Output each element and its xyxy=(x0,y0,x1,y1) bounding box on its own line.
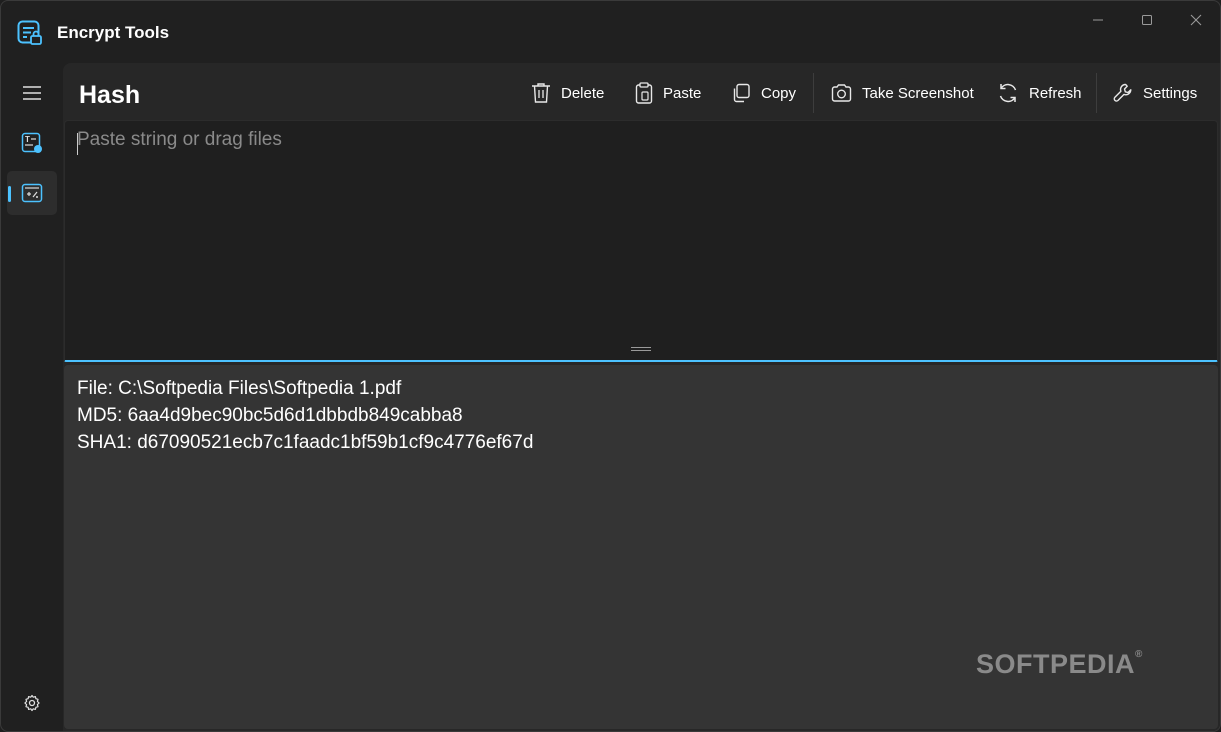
input-box xyxy=(64,120,1218,362)
softpedia-watermark: SOFTPEDIA® xyxy=(976,649,1143,680)
take-screenshot-label: Take Screenshot xyxy=(862,84,974,102)
close-icon xyxy=(1190,14,1202,26)
settings-label: Settings xyxy=(1143,84,1198,102)
copy-icon xyxy=(733,83,750,103)
paste-button[interactable]: Paste xyxy=(635,73,701,113)
nav-item-text-encrypt[interactable]: T xyxy=(7,121,57,165)
minimize-button[interactable] xyxy=(1073,7,1123,33)
text-lock-icon: T xyxy=(21,132,42,153)
maximize-button[interactable] xyxy=(1122,7,1172,33)
delete-label: Delete xyxy=(561,84,605,102)
main-content: Hash Delete Paste Copy Take Screenshot R… xyxy=(63,63,1220,731)
delete-button[interactable]: Delete xyxy=(531,73,604,113)
text-caret xyxy=(77,133,78,155)
resize-grip-icon[interactable] xyxy=(631,347,651,353)
copy-button[interactable]: Copy xyxy=(731,73,796,113)
app-window: Encrypt Tools T Hash Delete Paste Copy T… xyxy=(0,0,1221,732)
toolbar-separator xyxy=(1096,73,1097,113)
nav-item-hash[interactable] xyxy=(7,171,57,215)
maximize-icon xyxy=(1142,15,1152,25)
refresh-icon xyxy=(999,83,1017,103)
paste-label: Paste xyxy=(663,84,702,102)
close-button[interactable] xyxy=(1171,7,1220,33)
wrench-icon xyxy=(1113,83,1132,102)
nav-settings-button[interactable] xyxy=(7,681,57,725)
settings-button[interactable]: Settings xyxy=(1113,73,1197,113)
take-screenshot-button[interactable]: Take Screenshot xyxy=(831,73,974,113)
output-md5-line: MD5: 6aa4d9bec90bc5d6d1dbbdb849cabba8 xyxy=(77,405,463,426)
refresh-button[interactable]: Refresh xyxy=(997,73,1082,113)
refresh-label: Refresh xyxy=(1029,84,1082,102)
camera-icon xyxy=(831,84,852,102)
toolbar-separator xyxy=(813,73,814,113)
minimize-icon xyxy=(1093,19,1103,21)
output-sha1-line: SHA1: d67090521ecb7c1faadc1bf59b1cf9c477… xyxy=(77,432,534,453)
page-title: Hash xyxy=(79,81,141,109)
gear-icon xyxy=(24,694,40,712)
svg-text:T: T xyxy=(25,135,30,144)
hash-icon xyxy=(21,183,43,203)
watermark-text: SOFTPEDIA xyxy=(976,649,1136,679)
nav-menu-button[interactable] xyxy=(7,71,57,115)
trash-icon xyxy=(532,83,550,103)
output-panel: File: C:\Softpedia Files\Softpedia 1.pdf… xyxy=(64,365,1218,729)
output-file-line: File: C:\Softpedia Files\Softpedia 1.pdf xyxy=(77,378,402,399)
clipboard-icon xyxy=(635,82,653,104)
copy-label: Copy xyxy=(761,84,797,102)
title-bar: Encrypt Tools xyxy=(1,1,1220,63)
hamburger-icon xyxy=(23,86,41,100)
app-title: Encrypt Tools xyxy=(57,23,170,42)
input-textarea[interactable] xyxy=(77,129,1197,349)
watermark-registered-mark: ® xyxy=(1135,649,1143,660)
app-logo-icon xyxy=(17,20,42,45)
nav-selection-indicator xyxy=(8,186,11,202)
